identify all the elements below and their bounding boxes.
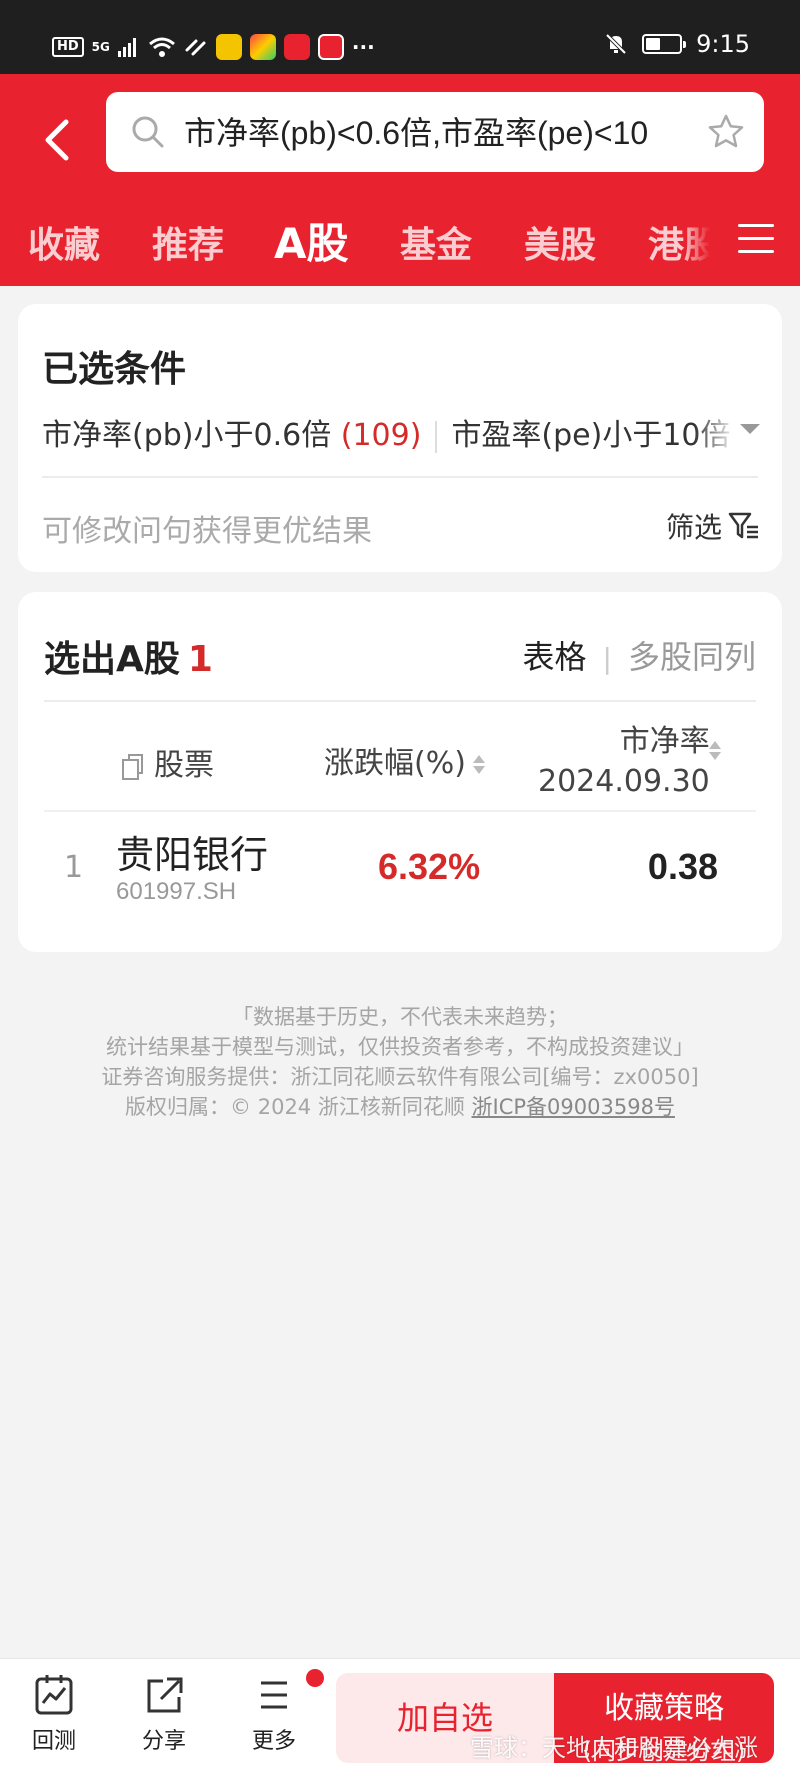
backtest-icon [35, 1675, 73, 1715]
more-notifications-icon: ··· [351, 35, 375, 59]
wifi-icon [148, 37, 175, 57]
stock-code: 601997.SH [116, 878, 237, 905]
signal-icon [117, 38, 136, 57]
divider [44, 810, 756, 812]
signal-label: 5G [91, 40, 110, 54]
sort-icon [472, 752, 486, 777]
disclaimer-line: 证券咨询服务提供：浙江同花顺云软件有限公司[编号：zx0050] [101, 1065, 699, 1089]
condition-count: (109) [340, 418, 422, 453]
back-icon[interactable] [38, 110, 78, 170]
results-title: 选出A股 1 [44, 630, 213, 682]
more-icon [261, 1681, 287, 1709]
tab-hk-stocks[interactable]: 港股 [648, 216, 710, 268]
refine-hint[interactable]: 可修改问句获得更优结果 [42, 506, 372, 550]
hd-badge: HD [52, 37, 84, 57]
search-query-input[interactable]: 市净率(pb)<0.6倍,市盈率(pe)<10 [184, 108, 696, 154]
status-right: 9:15 [604, 30, 750, 58]
condition-label: 市净率(pb)小于0.6倍 [42, 418, 332, 453]
divider [42, 476, 758, 478]
column-label: 涨跌幅(%) [324, 746, 466, 781]
condition-label: 市盈率(pe)小于10倍 [451, 418, 731, 453]
share-label: 分享 [141, 1729, 186, 1754]
condition-separator [435, 420, 438, 453]
conditions-card: 已选条件 市净率(pb)小于0.6倍 (109)市盈率(pe)小于10倍 ( 可… [18, 304, 782, 572]
more-button[interactable]: 更多 [234, 1673, 314, 1755]
conditions-list: 市净率(pb)小于0.6倍 (109)市盈率(pe)小于10倍 ( [42, 410, 780, 454]
disclaimer-line: 「数据基于历史，不代表未来趋势； [232, 1005, 568, 1029]
tab-us-stocks[interactable]: 美股 [524, 216, 596, 268]
column-header-change[interactable]: 涨跌幅(%) [324, 738, 486, 782]
tab-funds[interactable]: 基金 [400, 216, 472, 268]
column-header-stock[interactable]: 股票 [120, 740, 214, 784]
change-value: 6.32% [378, 846, 481, 887]
weibo-app-icon [215, 34, 242, 60]
results-card: 选出A股 1 表格 | 多股同列 股票 涨跌幅(%) 市净率 2024.09.30 1… [18, 592, 782, 952]
column-label: 股票 [154, 748, 214, 783]
expand-chevron-icon[interactable] [740, 424, 760, 434]
filter-button[interactable]: 筛选 [666, 506, 760, 546]
copyright-text: 版权归属：© 2024 浙江核新同花顺 [125, 1095, 465, 1119]
status-left: HD 5G ··· [52, 34, 375, 60]
icp-link[interactable]: 浙ICP备09003598号 [472, 1095, 675, 1119]
results-title-text: 选出A股 [44, 639, 180, 680]
backtest-label: 回测 [31, 1729, 76, 1754]
share-icon [147, 1677, 183, 1713]
search-box[interactable]: 市净率(pb)<0.6倍,市盈率(pe)<10 [106, 92, 764, 172]
row-index: 1 [64, 850, 84, 885]
gallery-app-icon [249, 34, 276, 60]
copy-icon [122, 753, 143, 780]
column-date: 2024.09.30 [538, 764, 710, 799]
watermark: 雪球：天地人和股票必大涨 [470, 1734, 758, 1762]
copyright-line: 版权归属：© 2024 浙江核新同花顺 浙ICP备09003598号 [0, 1092, 800, 1122]
link-icon [185, 39, 206, 56]
battery-icon [642, 34, 687, 54]
tab-favorites[interactable]: 收藏 [28, 216, 100, 268]
column-header-pb[interactable]: 市净率 2024.09.30 [538, 716, 710, 799]
column-label: 市净率 [619, 724, 710, 759]
share-button[interactable]: 分享 [124, 1673, 204, 1755]
disclaimer-line: 统计结果基于模型与测试，仅供投资者参考，不构成投资建议」 [106, 1035, 694, 1059]
clock: 9:15 [696, 30, 750, 58]
sort-icon[interactable] [708, 738, 722, 763]
star-icon[interactable] [706, 112, 746, 152]
header: 市净率(pb)<0.6倍,市盈率(pe)<10 收藏 推荐 A股 基金 美股 港… [0, 74, 800, 286]
pb-value: 0.38 [647, 846, 718, 887]
stock-name[interactable]: 贵阳银行 [116, 824, 268, 879]
view-switch: 表格 | 多股同列 [523, 632, 756, 678]
menu-icon[interactable] [738, 224, 774, 254]
condition-chip[interactable]: 市净率(pb)小于0.6倍 (109) [42, 418, 421, 453]
results-count: 1 [187, 639, 213, 680]
save-strategy-label: 收藏策略 [604, 1691, 724, 1726]
conditions-title: 已选条件 [42, 349, 187, 390]
category-tabs: 收藏 推荐 A股 基金 美股 港股 [0, 204, 800, 284]
tab-a-shares[interactable]: A股 [274, 210, 349, 271]
notes-app-icon [317, 34, 344, 60]
backtest-button[interactable]: 回测 [14, 1673, 94, 1755]
view-table-toggle[interactable]: 表格 [523, 638, 587, 676]
view-multi-toggle[interactable]: 多股同列 [628, 638, 756, 676]
mute-bell-icon [605, 33, 627, 55]
tab-recommend[interactable]: 推荐 [152, 216, 224, 268]
filter-icon [728, 512, 758, 539]
filter-label: 筛选 [665, 511, 722, 544]
notification-dot [306, 1669, 324, 1687]
divider [44, 700, 756, 702]
status-bar: HD 5G ··· 9:15 [0, 0, 800, 74]
more-label: 更多 [251, 1729, 296, 1754]
tonghuashun-app-icon [283, 34, 310, 60]
disclaimer: 「数据基于历史，不代表未来趋势； 统计结果基于模型与测试，仅供投资者参考，不构成… [0, 1002, 800, 1122]
search-icon [132, 116, 164, 148]
view-separator: | [602, 642, 612, 675]
